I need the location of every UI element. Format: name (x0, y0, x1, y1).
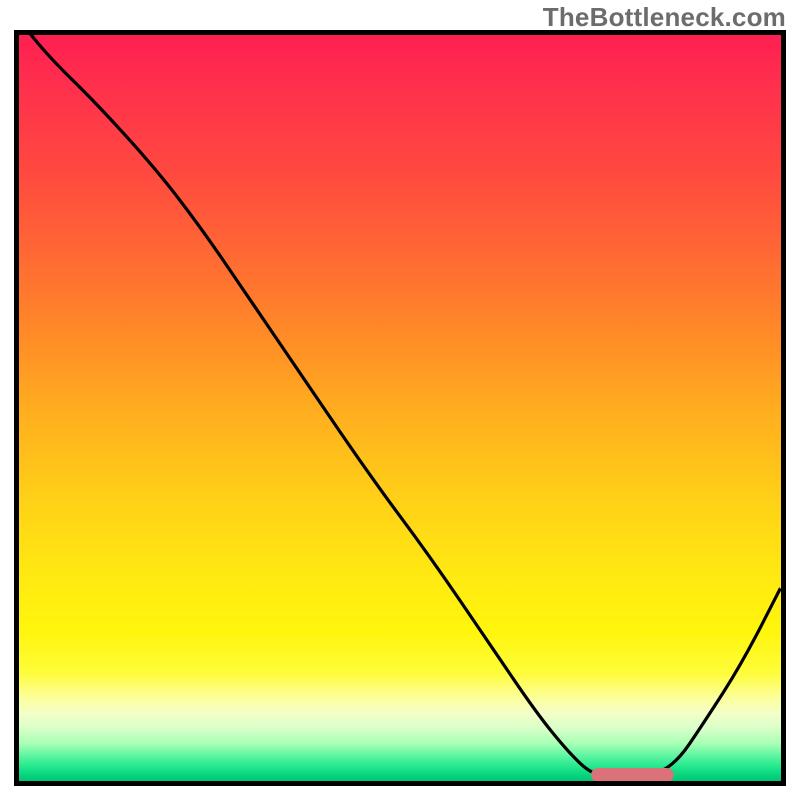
chart-frame: TheBottleneck.com (0, 0, 800, 800)
plot-area (14, 30, 786, 786)
plot-border (14, 30, 786, 786)
watermark-text: TheBottleneck.com (543, 2, 786, 33)
